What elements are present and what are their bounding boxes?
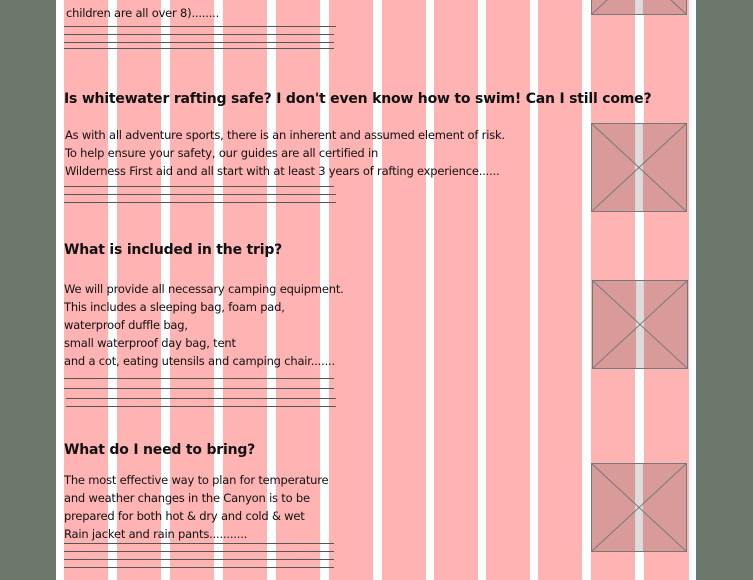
divider xyxy=(64,194,336,195)
content-page: children are all over 8)........ Is whit… xyxy=(56,0,696,580)
divider xyxy=(64,202,336,203)
faq-answer-line: children are all over 8)........ xyxy=(66,6,220,20)
image-placeholder-icon xyxy=(592,464,686,551)
divider xyxy=(64,551,334,552)
divider xyxy=(64,26,336,27)
faq-answer-line: waterproof duffle bag, xyxy=(64,318,188,332)
faq-answer-line: To help ensure your safety, our guides a… xyxy=(65,146,379,160)
divider xyxy=(66,406,336,407)
faq-answer-line: We will provide all necessary camping eq… xyxy=(64,282,344,296)
image-placeholder xyxy=(591,463,687,552)
faq-answer-line: Rain jacket and rain pants........... xyxy=(64,527,248,541)
faq-answer-line: prepared for both hot & dry and cold & w… xyxy=(64,509,305,523)
divider xyxy=(64,378,334,379)
faq-answer-line: The most effective way to plan for tempe… xyxy=(64,473,329,487)
divider xyxy=(64,388,334,389)
faq-answer-line: small waterproof day bag, tent xyxy=(64,336,236,350)
image-placeholder xyxy=(591,0,687,15)
faq-answer-line: Wilderness First aid and all start with … xyxy=(65,164,500,178)
divider xyxy=(66,398,336,399)
divider xyxy=(64,543,334,544)
divider xyxy=(64,34,334,35)
faq-question: What is included in the trip? xyxy=(64,242,283,258)
faq-answer-line: and weather changes in the Canyon is to … xyxy=(64,491,310,505)
image-placeholder-icon xyxy=(593,281,687,368)
image-placeholder xyxy=(592,280,688,369)
faq-answer-line: This includes a sleeping bag, foam pad, xyxy=(64,300,285,314)
faq-answer-line: and a cot, eating utensils and camping c… xyxy=(64,354,335,368)
faq-answer-line: As with all adventure sports, there is a… xyxy=(65,128,505,142)
divider xyxy=(64,48,334,49)
divider xyxy=(64,559,334,560)
faq-question: Is whitewater rafting safe? I don't even… xyxy=(64,91,652,107)
faq-question: What do I need to bring? xyxy=(64,442,256,458)
divider xyxy=(64,42,334,43)
divider xyxy=(64,567,334,568)
image-placeholder-icon xyxy=(592,0,686,14)
divider xyxy=(64,186,334,187)
image-placeholder xyxy=(591,123,687,212)
image-placeholder-icon xyxy=(592,124,686,211)
